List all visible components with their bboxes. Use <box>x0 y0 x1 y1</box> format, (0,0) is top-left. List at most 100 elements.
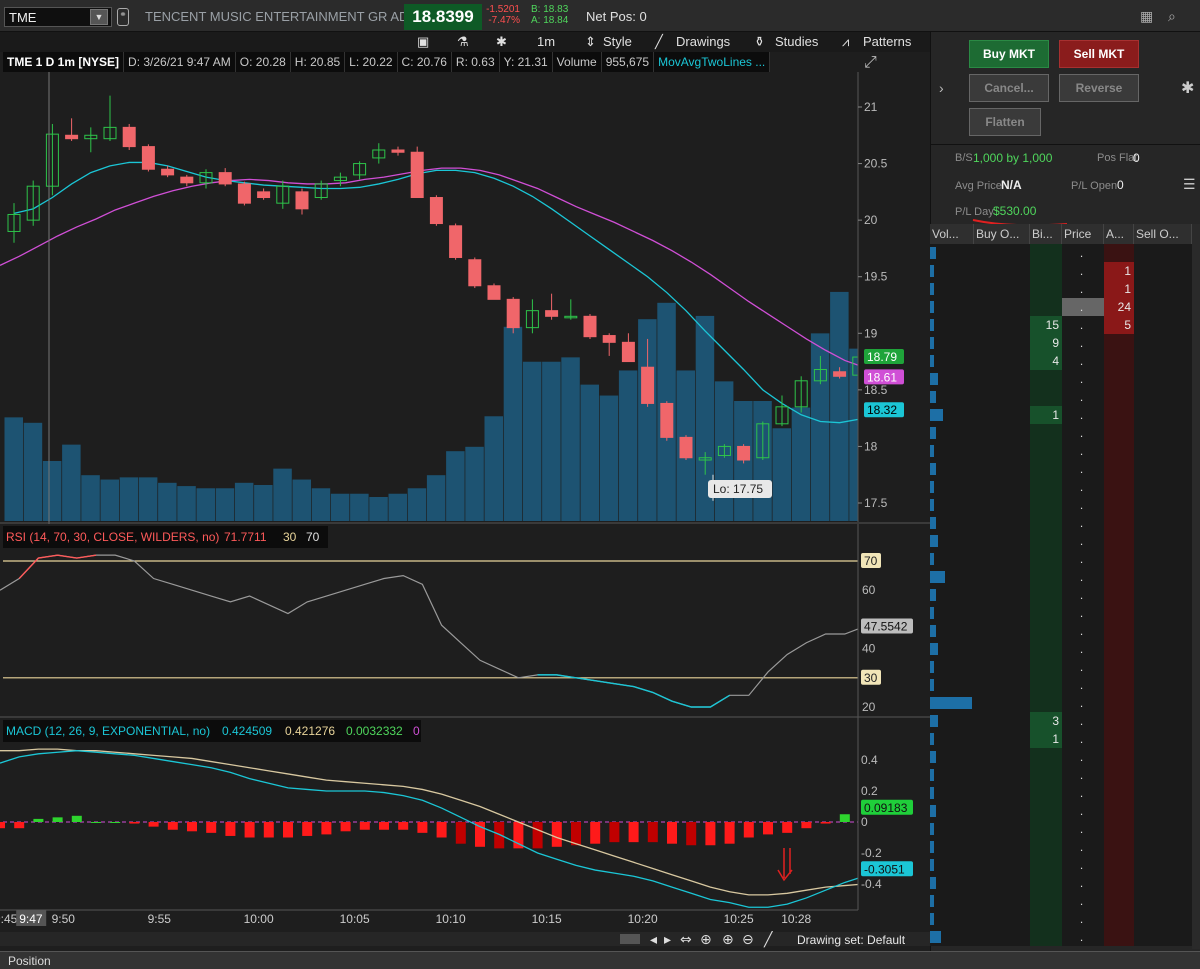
ladder-row[interactable]: . <box>930 856 1192 874</box>
ladder-bid-cell[interactable] <box>1030 586 1062 604</box>
ladder-bid-cell[interactable] <box>1030 244 1062 262</box>
ladder-ask-cell[interactable] <box>1104 622 1134 640</box>
ladder-buy-order-cell[interactable] <box>974 424 1030 442</box>
ladder-price-cell[interactable]: . <box>1062 406 1104 424</box>
ladder-volume-cell[interactable] <box>930 370 974 388</box>
ladder-bid-cell[interactable] <box>1030 496 1062 514</box>
ladder-sell-order-cell[interactable] <box>1134 316 1192 334</box>
ladder-buy-order-cell[interactable] <box>974 244 1030 262</box>
ladder-price-cell[interactable]: . <box>1062 352 1104 370</box>
ladder-price-cell[interactable]: . <box>1062 784 1104 802</box>
ladder-sell-order-cell[interactable] <box>1134 514 1192 532</box>
ladder-buy-order-cell[interactable] <box>974 568 1030 586</box>
ladder-price-cell[interactable]: . <box>1062 334 1104 352</box>
list-icon[interactable]: ☰ <box>1183 176 1196 193</box>
ladder-ask-cell[interactable] <box>1104 496 1134 514</box>
ladder-row[interactable]: . <box>930 478 1192 496</box>
ladder-volume-cell[interactable] <box>930 550 974 568</box>
ladder-bid-cell[interactable] <box>1030 658 1062 676</box>
ladder-bid-cell[interactable] <box>1030 640 1062 658</box>
ladder-volume-cell[interactable] <box>930 514 974 532</box>
ladder-sell-order-cell[interactable] <box>1134 604 1192 622</box>
ladder-row[interactable]: . <box>930 694 1192 712</box>
ladder-volume-cell[interactable] <box>930 532 974 550</box>
ladder-bid-cell[interactable] <box>1030 748 1062 766</box>
ladder-row[interactable]: . <box>930 244 1192 262</box>
ladder-row[interactable]: . <box>930 802 1192 820</box>
ladder-volume-cell[interactable] <box>930 730 974 748</box>
ladder-sell-order-cell[interactable] <box>1134 496 1192 514</box>
ladder-row[interactable]: . <box>930 820 1192 838</box>
ladder-col-sell-orders[interactable]: Sell O... <box>1134 224 1192 244</box>
ladder-row[interactable]: . <box>930 640 1192 658</box>
ladder-row[interactable]: . <box>930 910 1192 928</box>
ladder-bid-cell[interactable] <box>1030 550 1062 568</box>
ladder-price-cell[interactable]: . <box>1062 910 1104 928</box>
ladder-volume-cell[interactable] <box>930 460 974 478</box>
ladder-price-cell[interactable]: . <box>1062 658 1104 676</box>
ladder-price-cell[interactable]: . <box>1062 442 1104 460</box>
ladder-sell-order-cell[interactable] <box>1134 568 1192 586</box>
ladder-row[interactable]: . <box>930 370 1192 388</box>
ladder-sell-order-cell[interactable] <box>1134 442 1192 460</box>
ladder-buy-order-cell[interactable] <box>974 316 1030 334</box>
position-tab[interactable]: Position <box>8 954 51 968</box>
gear-icon[interactable]: ✱ <box>496 34 507 50</box>
ladder-bid-cell[interactable]: 1 <box>1030 406 1062 424</box>
ladder-buy-order-cell[interactable] <box>974 766 1030 784</box>
ladder-ask-cell[interactable] <box>1104 424 1134 442</box>
ladder-bid-cell[interactable] <box>1030 568 1062 586</box>
ladder-ask-cell[interactable] <box>1104 568 1134 586</box>
ladder-sell-order-cell[interactable] <box>1134 370 1192 388</box>
ladder-buy-order-cell[interactable] <box>974 676 1030 694</box>
ladder-col-price[interactable]: Price <box>1062 224 1104 244</box>
ladder-ask-cell[interactable] <box>1104 910 1134 928</box>
ladder-volume-cell[interactable] <box>930 622 974 640</box>
ladder-ask-cell[interactable] <box>1104 334 1134 352</box>
ladder-buy-order-cell[interactable] <box>974 442 1030 460</box>
ladder-sell-order-cell[interactable] <box>1134 874 1192 892</box>
ladder-buy-order-cell[interactable] <box>974 388 1030 406</box>
ladder-buy-order-cell[interactable] <box>974 730 1030 748</box>
ladder-row[interactable]: . <box>930 766 1192 784</box>
ladder-col-bid[interactable]: Bi... <box>1030 224 1062 244</box>
ladder-bid-cell[interactable] <box>1030 442 1062 460</box>
ladder-buy-order-cell[interactable] <box>974 532 1030 550</box>
ladder-buy-order-cell[interactable] <box>974 838 1030 856</box>
ladder-buy-order-cell[interactable] <box>974 586 1030 604</box>
ladder-row[interactable]: . <box>930 388 1192 406</box>
ladder-bid-cell[interactable]: 1 <box>1030 730 1062 748</box>
ladder-buy-order-cell[interactable] <box>974 748 1030 766</box>
style-icon[interactable]: ⇕ <box>585 34 596 50</box>
ladder-sell-order-cell[interactable] <box>1134 244 1192 262</box>
ladder-row[interactable]: 1. <box>930 406 1192 424</box>
ladder-ask-cell[interactable] <box>1104 586 1134 604</box>
ladder-volume-cell[interactable] <box>930 568 974 586</box>
ladder-bid-cell[interactable] <box>1030 838 1062 856</box>
ladder-row[interactable]: 3. <box>930 712 1192 730</box>
ladder-ask-cell[interactable] <box>1104 784 1134 802</box>
cancel-button[interactable]: Cancel... <box>969 74 1049 102</box>
ladder-bid-cell[interactable] <box>1030 478 1062 496</box>
ladder-buy-order-cell[interactable] <box>974 712 1030 730</box>
ladder-ask-cell[interactable] <box>1104 406 1134 424</box>
ladder-price-cell[interactable]: . <box>1062 838 1104 856</box>
ladder-volume-cell[interactable] <box>930 892 974 910</box>
ladder-buy-order-cell[interactable] <box>974 298 1030 316</box>
ladder-price-cell[interactable]: . <box>1062 802 1104 820</box>
ladder-ask-cell[interactable]: 24 <box>1104 298 1134 316</box>
ladder-buy-order-cell[interactable] <box>974 640 1030 658</box>
search-icon[interactable]: ⌕ <box>1168 8 1176 25</box>
ladder-volume-cell[interactable] <box>930 640 974 658</box>
ladder-row[interactable]: . <box>930 424 1192 442</box>
ladder-sell-order-cell[interactable] <box>1134 784 1192 802</box>
ladder-buy-order-cell[interactable] <box>974 856 1030 874</box>
ladder-sell-order-cell[interactable] <box>1134 298 1192 316</box>
ladder-bid-cell[interactable]: 4 <box>1030 352 1062 370</box>
ladder-buy-order-cell[interactable] <box>974 784 1030 802</box>
ladder-sell-order-cell[interactable] <box>1134 640 1192 658</box>
ladder-row[interactable]: . <box>930 928 1192 946</box>
ladder-sell-order-cell[interactable] <box>1134 748 1192 766</box>
ladder-bid-cell[interactable] <box>1030 388 1062 406</box>
ladder-price-cell[interactable]: . <box>1062 262 1104 280</box>
